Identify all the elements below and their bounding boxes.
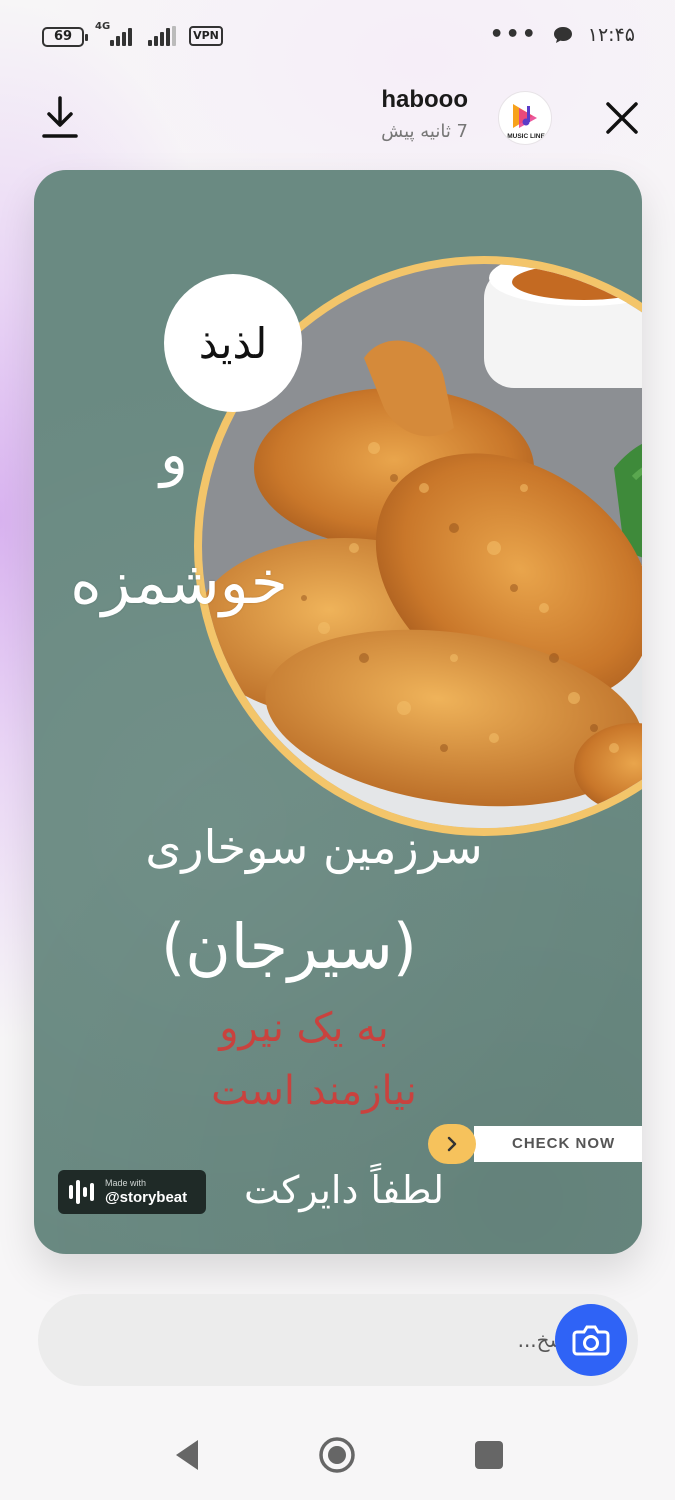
- story-card[interactable]: لذیذ و خوشمزه سرزمین سوخاری (سیرجان) به …: [34, 170, 642, 1254]
- status-clock: ۱۲:۴۵: [587, 24, 635, 46]
- reply-input[interactable]: [138, 1320, 578, 1360]
- story-text-tasty: خوشمزه: [70, 548, 288, 618]
- author-avatar[interactable]: MUSIC LINE: [498, 91, 552, 145]
- download-button[interactable]: [40, 94, 80, 140]
- badge-word: لذیذ: [198, 318, 268, 368]
- camera-button[interactable]: [555, 1304, 627, 1376]
- badge-word-circle: لذیذ: [164, 274, 302, 412]
- storybeat-watermark: Made with @storybeat: [58, 1170, 206, 1214]
- reply-bar: [38, 1294, 638, 1386]
- signal-strength-icon-2: [148, 26, 176, 46]
- story-text-city: (سیرجان): [161, 910, 417, 983]
- vpn-badge: VPN: [189, 26, 223, 46]
- download-icon: [42, 96, 78, 138]
- storybeat-handle: @storybeat: [105, 1189, 188, 1206]
- network-type-label: 4G: [95, 21, 111, 32]
- close-icon: [606, 102, 638, 134]
- story-post-time: 7 ثانیه پیش: [381, 121, 468, 142]
- nav-back-button[interactable]: [172, 1438, 202, 1472]
- storybeat-made-with: Made with: [105, 1178, 147, 1188]
- story-text-direct: لطفاً دایرکت: [243, 1168, 445, 1212]
- nav-home-button[interactable]: [318, 1436, 356, 1474]
- story-text-need-line-2: نیازمند است: [211, 1068, 417, 1114]
- camera-icon: [572, 1325, 610, 1356]
- home-circle-icon: [319, 1437, 355, 1473]
- signal-strength-icon: [110, 26, 132, 46]
- more-notifications-indicator: •••: [489, 22, 538, 47]
- music-line-logo-text: MUSIC LINE: [507, 133, 545, 140]
- story-text-need-line-1: به یک نیرو: [219, 1005, 389, 1051]
- audio-bars-icon: [69, 1180, 94, 1204]
- check-now-button[interactable]: CHECK NOW: [474, 1126, 642, 1162]
- chat-bubble-icon: [553, 27, 572, 43]
- battery-indicator: 69: [42, 27, 88, 47]
- chevron-right-icon: [447, 1136, 457, 1152]
- status-bar: 69 4G VPN ••• ۱۲:۴۵: [0, 0, 675, 72]
- story-author-name[interactable]: habooo: [340, 86, 468, 114]
- nav-recents-button[interactable]: [475, 1441, 503, 1469]
- story-text-and: و: [159, 420, 188, 488]
- check-now-arrow-button[interactable]: [428, 1124, 476, 1164]
- back-triangle-icon: [176, 1440, 198, 1470]
- close-story-button[interactable]: [600, 96, 644, 140]
- story-text-land: سرزمین سوخاری: [145, 820, 483, 874]
- music-line-logo: MUSIC LINE: [507, 104, 545, 140]
